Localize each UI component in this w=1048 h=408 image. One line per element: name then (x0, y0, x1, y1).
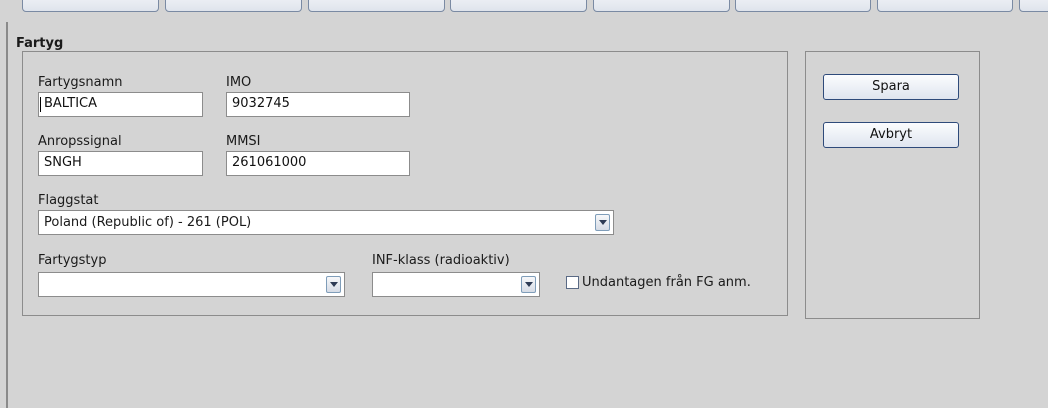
vessel-type-label: Fartygstyp (38, 253, 107, 268)
top-tab-4[interactable] (450, 0, 587, 12)
imo-label: IMO (226, 75, 252, 90)
exempt-label: Undantagen från FG anm. (582, 275, 751, 290)
inf-class-select[interactable] (372, 272, 540, 297)
cancel-button[interactable]: Avbryt (823, 122, 959, 148)
call-sign-label: Anropssignal (38, 134, 122, 149)
chevron-down-icon[interactable] (326, 276, 341, 293)
exempt-checkbox[interactable] (566, 276, 579, 289)
vessel-type-select[interactable] (38, 272, 345, 297)
vessel-name-field[interactable]: BALTICA (38, 92, 203, 117)
imo-field[interactable]: 9032745 (226, 92, 410, 117)
flag-state-select[interactable]: Poland (Republic of) - 261 (POL) (38, 210, 614, 235)
text-caret (40, 97, 41, 112)
left-border (6, 22, 8, 408)
flag-state-label: Flaggstat (38, 193, 99, 208)
top-tab-5[interactable] (593, 0, 730, 12)
top-tab-8[interactable] (1019, 0, 1048, 12)
chevron-down-icon[interactable] (521, 276, 536, 293)
top-tab-7[interactable] (877, 0, 1013, 12)
top-tab-bar (0, 0, 1048, 14)
save-button[interactable]: Spara (823, 74, 959, 100)
top-tab-6[interactable] (735, 0, 871, 12)
top-tab-2[interactable] (165, 0, 302, 12)
inf-class-label: INF-klass (radioaktiv) (372, 253, 510, 268)
call-sign-field[interactable]: SNGH (38, 151, 203, 176)
mmsi-field[interactable]: 261061000 (226, 151, 410, 176)
chevron-down-icon[interactable] (595, 214, 610, 231)
top-tab-3[interactable] (308, 0, 445, 12)
section-title: Fartyg (16, 36, 64, 51)
mmsi-label: MMSI (226, 134, 261, 149)
vessel-name-label: Fartygsnamn (38, 75, 123, 90)
top-tab-1[interactable] (22, 0, 159, 12)
flag-state-value: Poland (Republic of) - 261 (POL) (44, 215, 252, 230)
